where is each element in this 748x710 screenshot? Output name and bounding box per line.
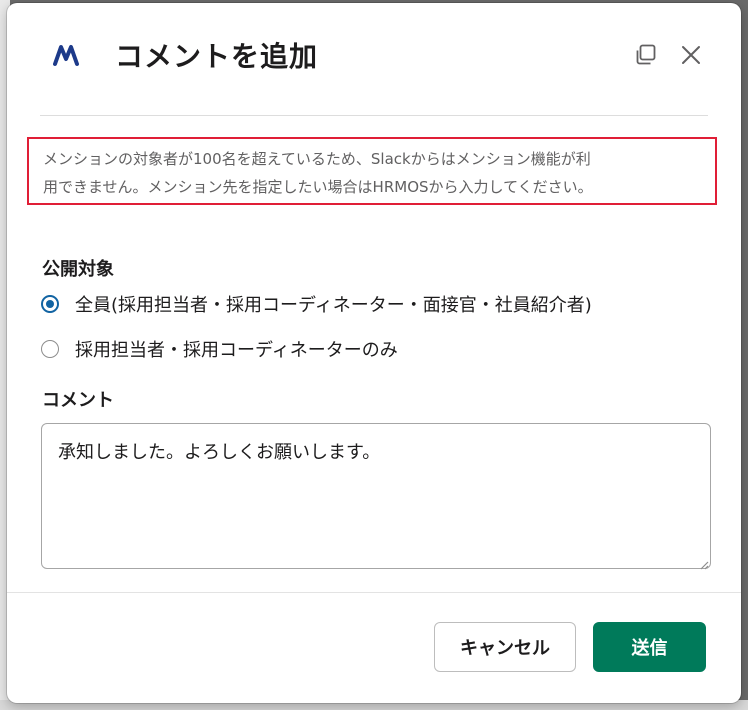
close-button[interactable] (675, 41, 707, 73)
visibility-option-recruiters-label: 採用担当者・採用コーディネーターのみ (75, 340, 398, 361)
visibility-option-all-label: 全員(採用担当者・採用コーディネーター・面接官・社員紹介者) (75, 295, 592, 316)
footer-divider (7, 592, 741, 593)
send-button[interactable]: 送信 (593, 622, 706, 672)
comment-input[interactable]: 承知しました。よろしくお願いします。 (41, 423, 711, 569)
resize-handle-icon[interactable] (697, 555, 709, 570)
modal-header: コメントを追加 (7, 3, 741, 111)
popout-button[interactable] (629, 41, 661, 73)
radio-unselected[interactable] (41, 340, 59, 358)
notice-line-1: メンションの対象者が100名を超えているため、Slackからはメンション機能が利 (43, 150, 591, 168)
add-comment-modal: コメントを追加 メンションの対象者が100名を超えているため、Slackからはメ… (7, 3, 741, 703)
popout-window-icon (633, 43, 657, 71)
mention-limit-notice: メンションの対象者が100名を超えているため、Slackからはメンション機能が利… (27, 137, 717, 205)
visibility-option-recruiters[interactable]: 採用担当者・採用コーディネーターのみ (41, 336, 398, 362)
visibility-option-all[interactable]: 全員(採用担当者・採用コーディネーター・面接官・社員紹介者) (41, 291, 592, 317)
hrmos-logo-icon (53, 43, 87, 67)
header-divider (40, 115, 708, 116)
cancel-button[interactable]: キャンセル (434, 622, 576, 672)
notice-line-2: 用できません。メンション先を指定したい場合はHRMOSから入力してください。 (43, 178, 593, 196)
modal-title: コメントを追加 (115, 40, 319, 73)
radio-selected[interactable] (41, 295, 59, 313)
comment-label: コメント (42, 390, 114, 411)
visibility-label: 公開対象 (42, 259, 114, 280)
close-icon (679, 43, 703, 71)
